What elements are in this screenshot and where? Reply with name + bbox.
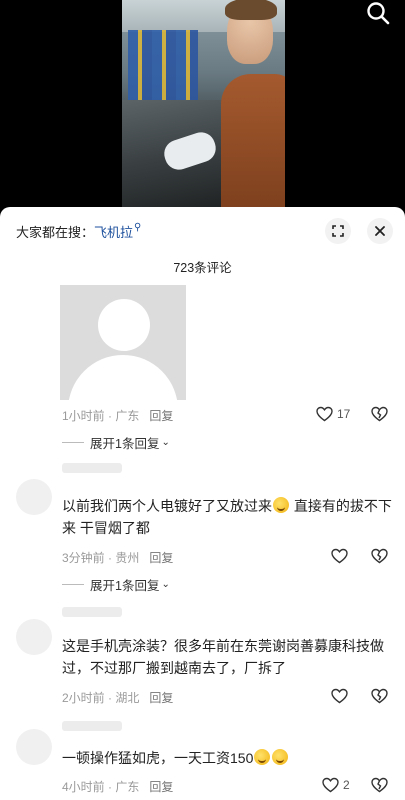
reply-button[interactable]: 回复 bbox=[149, 691, 173, 705]
like-button[interactable] bbox=[331, 688, 348, 704]
search-icon[interactable] bbox=[365, 0, 391, 26]
thinking-emoji-icon bbox=[254, 749, 271, 765]
comment-text: 一顿操作猛如虎，一天工资150 bbox=[62, 747, 392, 769]
username[interactable] bbox=[62, 463, 122, 473]
comment-text: 以前我们两个人电镀好了又放过来 直接有的拔不下来 干冒烟了都 bbox=[62, 497, 392, 536]
expand-button[interactable] bbox=[325, 218, 351, 244]
like-count: 2 bbox=[343, 778, 350, 792]
reply-button[interactable]: 回复 bbox=[149, 551, 173, 565]
avatar[interactable] bbox=[16, 619, 52, 655]
comment-text: 这是手机壳涂装？很多年前在东莞谢岗善募康科技做过，不过那厂搬到越南去了，厂拆了 bbox=[62, 638, 384, 676]
username[interactable] bbox=[62, 607, 122, 617]
avatar[interactable] bbox=[16, 729, 52, 765]
chevron-down-icon: ⌄ bbox=[161, 437, 170, 448]
video-player[interactable] bbox=[0, 0, 405, 208]
comment-meta: 3分钟前 · 贵州 回复 bbox=[62, 551, 174, 565]
worker-figure bbox=[221, 0, 285, 208]
everyone-search-label: 大家都在搜： bbox=[16, 225, 95, 240]
heart-icon bbox=[316, 406, 333, 422]
username[interactable] bbox=[62, 721, 122, 731]
search-keyword[interactable]: 飞机拉 bbox=[94, 225, 133, 240]
heart-icon bbox=[322, 777, 339, 793]
chevron-down-icon: ⌄ bbox=[161, 579, 170, 590]
expand-replies-button[interactable]: 展开1条回复 ⌄ bbox=[62, 575, 170, 594]
comment-meta: 4小时前 · 广东 回复 bbox=[62, 780, 174, 794]
comments-sheet: 大家都在搜：飞机拉⚲ 723条评论 1小时前 · 广东 回复 17 展开1条回复 ⌄… bbox=[0, 207, 405, 800]
avatar[interactable] bbox=[16, 479, 52, 515]
comment-count: 723条评论 bbox=[173, 261, 232, 275]
dislike-button[interactable] bbox=[371, 777, 388, 798]
comment-image-placeholder[interactable] bbox=[60, 285, 186, 400]
expand-icon bbox=[332, 225, 344, 237]
heart-icon bbox=[331, 548, 348, 564]
reply-button[interactable]: 回复 bbox=[149, 409, 173, 423]
like-button[interactable] bbox=[331, 548, 348, 564]
close-button[interactable] bbox=[367, 218, 393, 244]
sheet-header: 大家都在搜：飞机拉⚲ bbox=[0, 207, 405, 255]
dislike-button[interactable] bbox=[371, 406, 388, 427]
comment-meta: 1小时前 · 广东 回复 bbox=[62, 409, 174, 423]
expand-replies-button[interactable]: 展开1条回复 ⌄ bbox=[62, 433, 170, 452]
broken-heart-icon bbox=[371, 777, 388, 793]
like-count: 17 bbox=[337, 407, 351, 421]
close-icon bbox=[375, 226, 385, 236]
heart-icon bbox=[331, 688, 348, 704]
broken-heart-icon bbox=[371, 406, 388, 422]
everyone-search[interactable]: 大家都在搜：飞机拉⚲ bbox=[16, 222, 141, 241]
dislike-button[interactable] bbox=[371, 548, 388, 569]
laughing-crying-emoji-icon bbox=[273, 497, 289, 513]
video-frame bbox=[122, 0, 285, 208]
like-button[interactable]: 17 bbox=[316, 406, 350, 422]
keyword-search-icon: ⚲ bbox=[134, 222, 142, 233]
reply-button[interactable]: 回复 bbox=[149, 780, 173, 794]
broken-heart-icon bbox=[371, 548, 388, 564]
like-button[interactable]: 2 bbox=[322, 777, 350, 793]
comment-meta: 2小时前 · 湖北 回复 bbox=[62, 691, 174, 705]
thinking-emoji-icon bbox=[272, 749, 289, 765]
dislike-button[interactable] bbox=[371, 688, 388, 709]
broken-heart-icon bbox=[371, 688, 388, 704]
